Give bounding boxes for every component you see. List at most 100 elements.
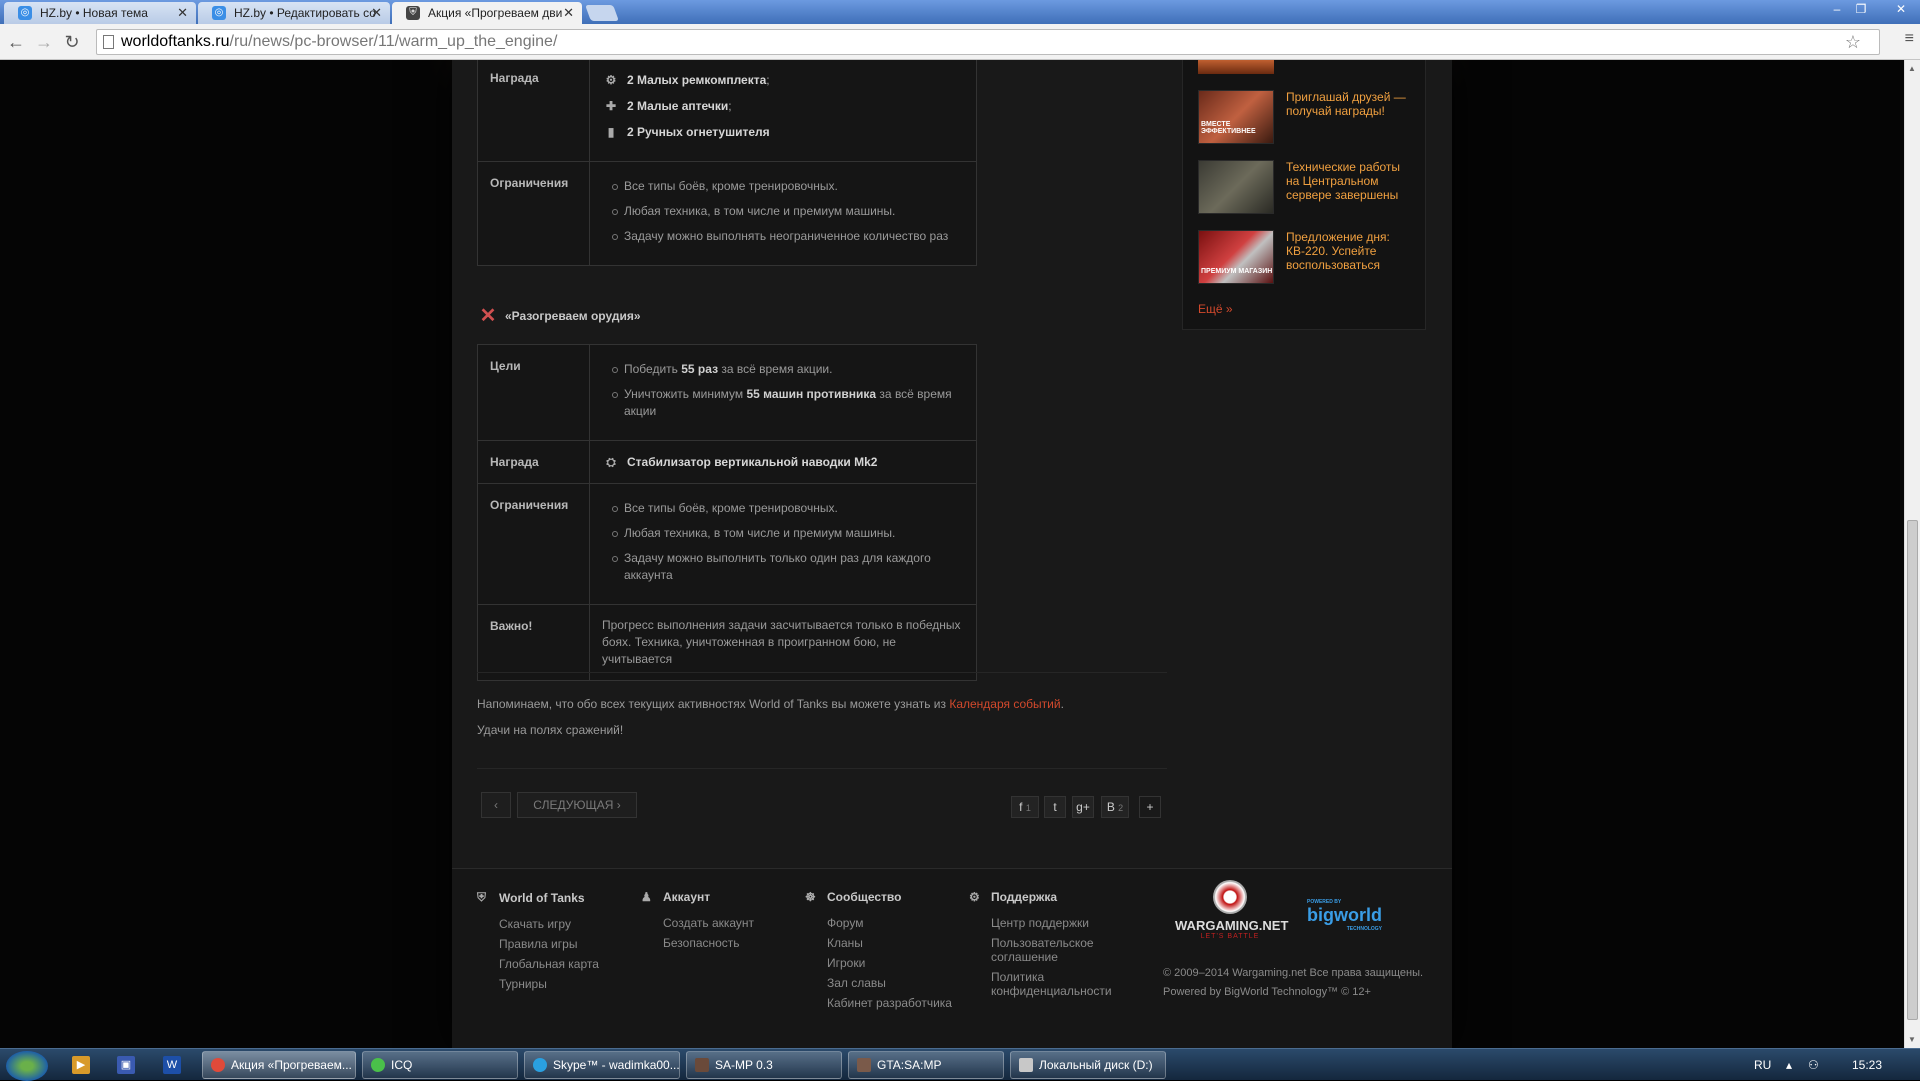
gear-icon: ⚙ (969, 890, 980, 904)
facebook-share-button[interactable]: f 1 (1011, 796, 1039, 818)
disk-icon (1019, 1058, 1033, 1072)
url-path: /ru/news/pc-browser/11/warm_up_the_engin… (229, 33, 558, 50)
footer-heading: ⚙ Поддержка (969, 890, 1058, 904)
footer-link[interactable]: Создать аккаунт (663, 916, 754, 930)
limits-label: Ограничения (477, 483, 590, 605)
forward-arrow-icon[interactable]: → (34, 32, 54, 53)
language-indicator[interactable]: RU (1754, 1058, 1771, 1072)
google-plus-icon: g+ (1076, 800, 1090, 814)
divider (477, 672, 1167, 673)
page-scrollbar[interactable]: ▲ ▼ (1904, 60, 1920, 1048)
news-thumbnail[interactable]: ВМЕСТЕ ЭФФЕКТИВНЕЕ (1198, 90, 1274, 144)
url-host: worldoftanks.ru (121, 33, 230, 50)
footer-link[interactable]: Политика конфиденциальности (991, 970, 1112, 998)
twitter-share-button[interactable]: t (1044, 796, 1066, 818)
taskbar-item-icq[interactable]: ICQ (362, 1051, 518, 1079)
sidebar-news-item[interactable]: ПРЕМИУМ МАГАЗИН Предложение дня: КВ-220.… (1198, 230, 1416, 284)
close-icon[interactable]: ✕ (371, 5, 382, 21)
footer-link[interactable]: Глобальная карта (499, 957, 599, 971)
facebook-icon: f (1019, 800, 1023, 814)
scrollbar-thumb[interactable] (1907, 520, 1918, 1020)
footer-link[interactable]: Скачать игру (499, 917, 599, 931)
close-icon[interactable]: ✕ (177, 5, 188, 21)
close-icon[interactable]: ✕ (563, 5, 574, 21)
news-thumb-partial[interactable] (1198, 60, 1274, 74)
divider (477, 768, 1167, 769)
tab-label: HZ.by • Новая тема (40, 6, 148, 20)
start-button[interactable] (6, 1051, 48, 1081)
tab-hz-edit[interactable]: ◎ HZ.by • Редактировать со ✕ (198, 2, 390, 24)
reminder-paragraph: Напоминаем, что обо всех текущих активно… (477, 697, 1064, 711)
maximize-icon[interactable]: ❐ (1848, 0, 1874, 18)
footer-link[interactable]: Кланы (827, 936, 952, 950)
reward-cell: ⚙ 2 Малых ремкомплекта; ✚ 2 Малые аптечки;… (589, 60, 977, 162)
news-title[interactable]: Предложение дня: КВ-220. Успейте восполь… (1286, 230, 1416, 284)
save-icon[interactable]: ▣ (117, 1056, 135, 1074)
taskbar-item-skype[interactable]: Skype™ - wadimka00... (524, 1051, 680, 1079)
web-page: ВМЕСТЕ ЭФФЕКТИВНЕЕ Приглашай друзей — по… (0, 60, 1904, 1048)
limit-item: Любая техника, в том числе и премиум маш… (602, 525, 964, 542)
next-page-button[interactable]: СЛЕДУЮЩАЯ › (517, 792, 637, 818)
limit-item: Задачу можно выполнить только один раз д… (602, 550, 964, 584)
news-title[interactable]: Приглашай друзей — получай награды! (1286, 90, 1416, 144)
media-player-icon[interactable]: ▶ (72, 1056, 90, 1074)
reload-icon[interactable]: ↻ (62, 32, 82, 53)
bigworld-logo[interactable]: POWERED BY bigworld TECHNOLOGY (1307, 899, 1382, 932)
repair-kit-icon: ⚙ (605, 73, 617, 87)
footer-link[interactable]: Пользовательское соглашение (991, 936, 1109, 964)
news-thumbnail[interactable] (1198, 160, 1274, 214)
events-calendar-link[interactable]: Календаря событий (949, 697, 1060, 711)
sidebar-news-item[interactable]: Технические работы на Центральном сервер… (1198, 160, 1416, 214)
footer-link[interactable]: Центр поддержки (991, 916, 1109, 930)
network-icon[interactable]: ⚇ (1808, 1058, 1819, 1072)
task-table-2: Цели Победить 55 раз за всё время акции.… (477, 344, 977, 681)
wot-shield-icon: ⛨ (477, 890, 487, 904)
vk-share-button[interactable]: B 2 (1101, 796, 1129, 818)
footer-link[interactable]: Турниры (499, 977, 599, 991)
scroll-up-icon[interactable]: ▲ (1908, 64, 1916, 73)
news-title[interactable]: Технические работы на Центральном сервер… (1286, 160, 1416, 214)
footer-link[interactable]: Форум (827, 916, 952, 930)
tray-expand-icon[interactable]: ▴ (1786, 1058, 1792, 1072)
taskbar-item-samp[interactable]: SA-MP 0.3 (686, 1051, 842, 1079)
minimize-icon[interactable]: – (1824, 0, 1850, 18)
tab-label: Акция «Прогреваем дви (428, 6, 563, 20)
footer-link[interactable]: Кабинет разработчика (827, 996, 952, 1010)
taskbar-item-gta[interactable]: GTA:SA:MP (848, 1051, 1004, 1079)
wargaming-logo[interactable]: WARGAMING.NET LET'S BATTLE (1175, 880, 1288, 940)
google-plus-share-button[interactable]: g+ (1072, 796, 1094, 818)
powered-by-text: Powered by BigWorld Technology™ © 12+ (1163, 986, 1371, 998)
footer-link[interactable]: Правила игры (499, 937, 599, 951)
bookmark-star-icon[interactable]: ☆ (1845, 32, 1861, 53)
word-icon[interactable]: W (163, 1056, 181, 1074)
footer-link[interactable]: Игроки (827, 956, 952, 970)
taskbar-item-disk[interactable]: Локальный диск (D:) (1010, 1051, 1166, 1079)
footer-link[interactable]: Зал славы (827, 976, 952, 990)
footer-col-support: ⚙ Поддержка Центр поддержки Пользовательс… (969, 890, 1112, 1004)
more-share-button[interactable]: + (1139, 796, 1161, 818)
more-news-link[interactable]: Ещё » (1198, 302, 1233, 316)
plus-icon: + (1146, 800, 1154, 814)
scroll-down-icon[interactable]: ▼ (1908, 1035, 1916, 1044)
fire-extinguisher-icon: ▮ (607, 125, 615, 139)
skype-icon (533, 1058, 547, 1072)
new-tab-button[interactable] (585, 5, 619, 21)
prev-page-button[interactable]: ‹ (481, 792, 511, 818)
window-close-icon[interactable]: ✕ (1884, 0, 1918, 18)
clock[interactable]: 15:23 (1852, 1058, 1882, 1072)
limit-item: Задачу можно выполнять неограниченное ко… (602, 228, 964, 245)
address-bar[interactable]: worldoftanks.ru/ru/news/pc-browser/11/wa… (96, 29, 1880, 55)
copyright-text: © 2009–2014 Wargaming.net Все права защи… (1163, 967, 1424, 979)
news-thumbnail[interactable]: ПРЕМИУМ МАГАЗИН (1198, 230, 1274, 284)
page-icon (103, 35, 114, 49)
menu-icon[interactable]: ≡ (1905, 30, 1914, 48)
sidebar-news-item[interactable]: ВМЕСТЕ ЭФФЕКТИВНЕЕ Приглашай друзей — по… (1198, 90, 1416, 144)
tab-hz-new-topic[interactable]: ◎ HZ.by • Новая тема ✕ (4, 2, 196, 24)
samp-icon (695, 1058, 709, 1072)
tab-warm-up-promo[interactable]: ⛨ Акция «Прогреваем дви ✕ (392, 2, 582, 25)
taskbar-item-chrome[interactable]: Акция «Прогреваем... (202, 1051, 356, 1079)
user-icon: ♟ (641, 890, 652, 904)
tab-label: HZ.by • Редактировать со (234, 6, 376, 20)
back-arrow-icon[interactable]: ← (6, 32, 26, 53)
footer-link[interactable]: Безопасность (663, 936, 754, 950)
